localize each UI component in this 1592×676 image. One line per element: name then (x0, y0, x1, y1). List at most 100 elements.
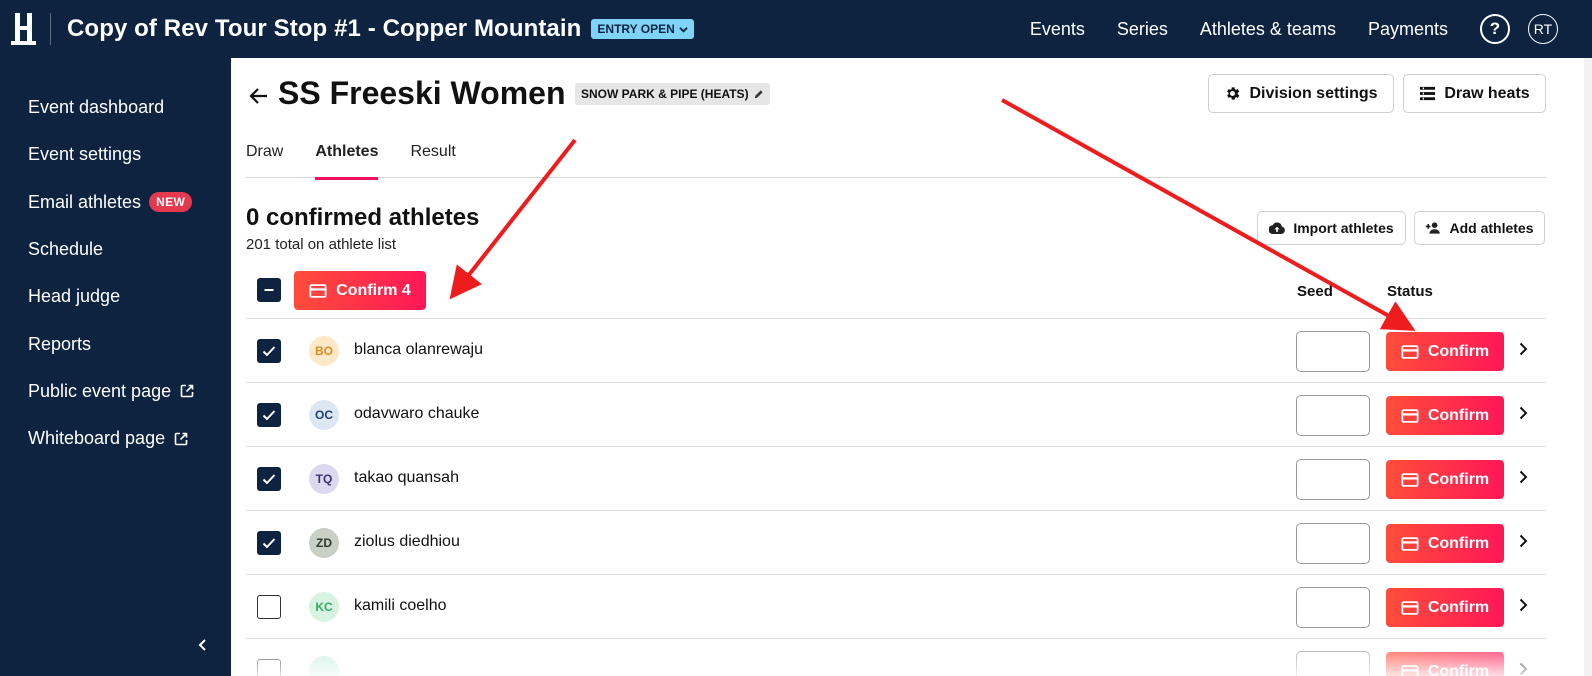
confirm-label: Confirm (1427, 342, 1490, 360)
chevron-right-icon[interactable] (1516, 534, 1530, 548)
confirm-athlete-button[interactable]: Confirm (1386, 396, 1504, 435)
confirm-athlete-button[interactable]: Confirm (1386, 332, 1504, 371)
division-settings-label: Division settings (1249, 84, 1378, 102)
sidebar-item-label: Email athletes (28, 191, 142, 212)
gear-icon (1227, 87, 1240, 100)
app-logo[interactable] (0, 0, 50, 58)
sidebar-item-head-judge[interactable]: Head judge (0, 273, 231, 320)
seed-input[interactable] (1296, 523, 1370, 564)
pencil-icon (754, 89, 763, 98)
confirm-athlete-button[interactable]: Confirm (1386, 652, 1504, 676)
chevron-right-icon[interactable] (1516, 342, 1530, 356)
athlete-name[interactable]: ziolus diedhiou (354, 533, 460, 551)
sidebar-item-label: Event dashboard (28, 97, 165, 118)
back-arrow-icon[interactable] (248, 85, 270, 107)
sidebar-item-whiteboard-page[interactable]: Whiteboard page (0, 415, 231, 462)
column-header-seed: Seed (1297, 283, 1333, 300)
athlete-row[interactable]: KC kamili coelho Confirm (246, 575, 1546, 639)
athlete-select-checkbox[interactable] (257, 595, 281, 619)
sidebar-item-label: Whiteboard page (28, 428, 166, 449)
confirm-athlete-button[interactable]: Confirm (1386, 524, 1504, 563)
collapse-sidebar-icon[interactable] (196, 638, 210, 652)
check-icon (262, 410, 276, 421)
draw-heats-button[interactable]: Draw heats (1403, 74, 1546, 113)
sidebar-item-event-dashboard[interactable]: Event dashboard (0, 84, 231, 131)
bulk-confirm-button[interactable]: Confirm 4 (294, 271, 426, 310)
discipline-label: SNOW PARK & PIPE (HEATS) (581, 87, 749, 101)
athlete-avatar (309, 656, 339, 676)
logo-icon (11, 13, 36, 45)
tab-draw[interactable]: Draw (246, 140, 283, 178)
athlete-select-checkbox[interactable] (257, 531, 281, 555)
athlete-avatar: OC (309, 400, 339, 430)
column-header-status: Status (1387, 283, 1433, 300)
athlete-row[interactable]: ZD ziolus diedhiou Confirm (246, 511, 1546, 575)
check-icon (262, 538, 276, 549)
athlete-select-checkbox[interactable] (257, 659, 281, 676)
nav-payments[interactable]: Payments (1368, 19, 1448, 40)
cloud-upload-icon (1269, 222, 1286, 235)
division-tabs: Draw Athletes Result (246, 140, 1546, 180)
athlete-name[interactable]: odavwaro chauke (354, 405, 479, 423)
division-settings-button[interactable]: Division settings (1208, 74, 1394, 113)
sidebar-item-schedule[interactable]: Schedule (0, 226, 231, 273)
confirm-label: Confirm (1427, 662, 1490, 676)
athlete-select-checkbox[interactable] (257, 403, 281, 427)
card-icon (1401, 408, 1419, 423)
athlete-select-checkbox[interactable] (257, 467, 281, 491)
athlete-row[interactable]: OC odavwaro chauke Confirm (246, 383, 1546, 447)
confirm-athlete-button[interactable]: Confirm (1386, 460, 1504, 499)
athlete-select-checkbox[interactable] (257, 339, 281, 363)
discipline-tag[interactable]: SNOW PARK & PIPE (HEATS) (575, 83, 770, 105)
help-icon[interactable]: ? (1480, 14, 1510, 44)
sidebar-item-event-settings[interactable]: Event settings (0, 131, 231, 178)
athlete-row[interactable]: Confirm (246, 639, 1546, 676)
chevron-down-icon (679, 26, 688, 33)
athlete-row[interactable]: TQ takao quansah Confirm (246, 447, 1546, 511)
event-status-dropdown[interactable]: ENTRY OPEN (591, 19, 694, 39)
confirmed-athletes-count: 0 confirmed athletes (246, 204, 480, 231)
user-avatar[interactable]: RT (1528, 14, 1558, 44)
tab-athletes[interactable]: Athletes (315, 140, 379, 180)
minus-icon (264, 289, 274, 291)
scrollbar-track[interactable] (1584, 58, 1592, 676)
list-icon (1420, 86, 1436, 101)
card-icon (1401, 536, 1419, 551)
add-user-icon (1426, 222, 1441, 234)
import-athletes-button[interactable]: Import athletes (1257, 211, 1406, 245)
top-bar: Copy of Rev Tour Stop #1 - Copper Mounta… (0, 0, 1592, 58)
nav-athletes-teams[interactable]: Athletes & teams (1200, 19, 1336, 40)
add-athletes-button[interactable]: Add athletes (1414, 211, 1545, 245)
chevron-right-icon[interactable] (1516, 406, 1530, 420)
seed-input[interactable] (1296, 587, 1370, 628)
sidebar-item-label: Head judge (28, 286, 121, 307)
card-icon (309, 283, 327, 298)
external-link-icon (180, 385, 194, 398)
seed-input[interactable] (1296, 331, 1370, 372)
seed-input[interactable] (1296, 651, 1370, 676)
card-icon (1401, 344, 1419, 359)
chevron-right-icon[interactable] (1516, 662, 1530, 676)
chevron-right-icon[interactable] (1516, 598, 1530, 612)
seed-input[interactable] (1296, 459, 1370, 500)
tab-result[interactable]: Result (410, 140, 455, 178)
athlete-list-total: 201 total on athlete list (246, 236, 397, 253)
athlete-name[interactable]: takao quansah (354, 469, 459, 487)
nav-events[interactable]: Events (1030, 19, 1085, 40)
nav-series[interactable]: Series (1117, 19, 1168, 40)
sidebar-item-public-event-page[interactable]: Public event page (0, 368, 231, 415)
draw-heats-label: Draw heats (1444, 84, 1530, 102)
add-athletes-label: Add athletes (1449, 220, 1534, 236)
sidebar-item-label: Schedule (28, 239, 104, 260)
division-title: SS Freeski Women (278, 75, 566, 111)
sidebar-item-reports[interactable]: Reports (0, 320, 231, 367)
athlete-table-header: Confirm 4 Seed Status (246, 268, 1546, 319)
sidebar-item-email-athletes[interactable]: Email athletes NEW (0, 179, 231, 226)
select-all-checkbox[interactable] (257, 278, 281, 302)
athlete-name[interactable]: kamili coelho (354, 597, 446, 615)
athlete-name[interactable]: blanca olanrewaju (354, 341, 483, 359)
confirm-athlete-button[interactable]: Confirm (1386, 588, 1504, 627)
seed-input[interactable] (1296, 395, 1370, 436)
chevron-right-icon[interactable] (1516, 470, 1530, 484)
athlete-row[interactable]: BO blanca olanrewaju Confirm (246, 319, 1546, 383)
